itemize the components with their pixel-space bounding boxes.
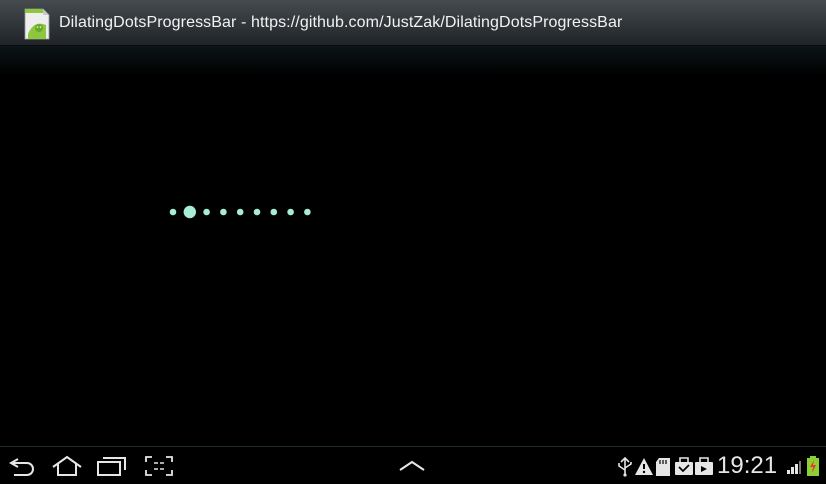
recent-apps-icon[interactable] [96,455,128,477]
title-bar: DilatingDotsProgressBar - https://github… [0,0,826,46]
window-title: DilatingDotsProgressBar - https://github… [59,13,623,31]
progress-dot [169,208,177,216]
screenshot-icon[interactable] [144,455,174,477]
progress-dot [253,208,261,216]
progress-dot [304,208,311,216]
back-icon[interactable] [8,455,36,477]
warning-icon [635,458,653,475]
main-content [0,46,826,446]
email-icon [675,457,693,475]
progress-dot [220,208,227,216]
progress-dot [270,208,278,216]
menu-up-icon[interactable] [398,459,426,473]
progress-dot-active [183,205,196,219]
status-clock: 19:21 [717,452,778,479]
progress-dot [287,208,294,216]
navigation-bar: 19:21 [0,446,826,484]
android-app-icon [24,8,50,39]
usb-icon [618,457,632,477]
battery-charging-icon [807,456,819,476]
signal-icon [787,461,801,474]
home-icon[interactable] [51,455,83,477]
dilating-dots-progress-bar [169,205,311,219]
progress-dot [203,208,210,216]
store-icon [695,457,713,475]
progress-dot [236,208,244,216]
sd-card-icon [656,458,670,476]
